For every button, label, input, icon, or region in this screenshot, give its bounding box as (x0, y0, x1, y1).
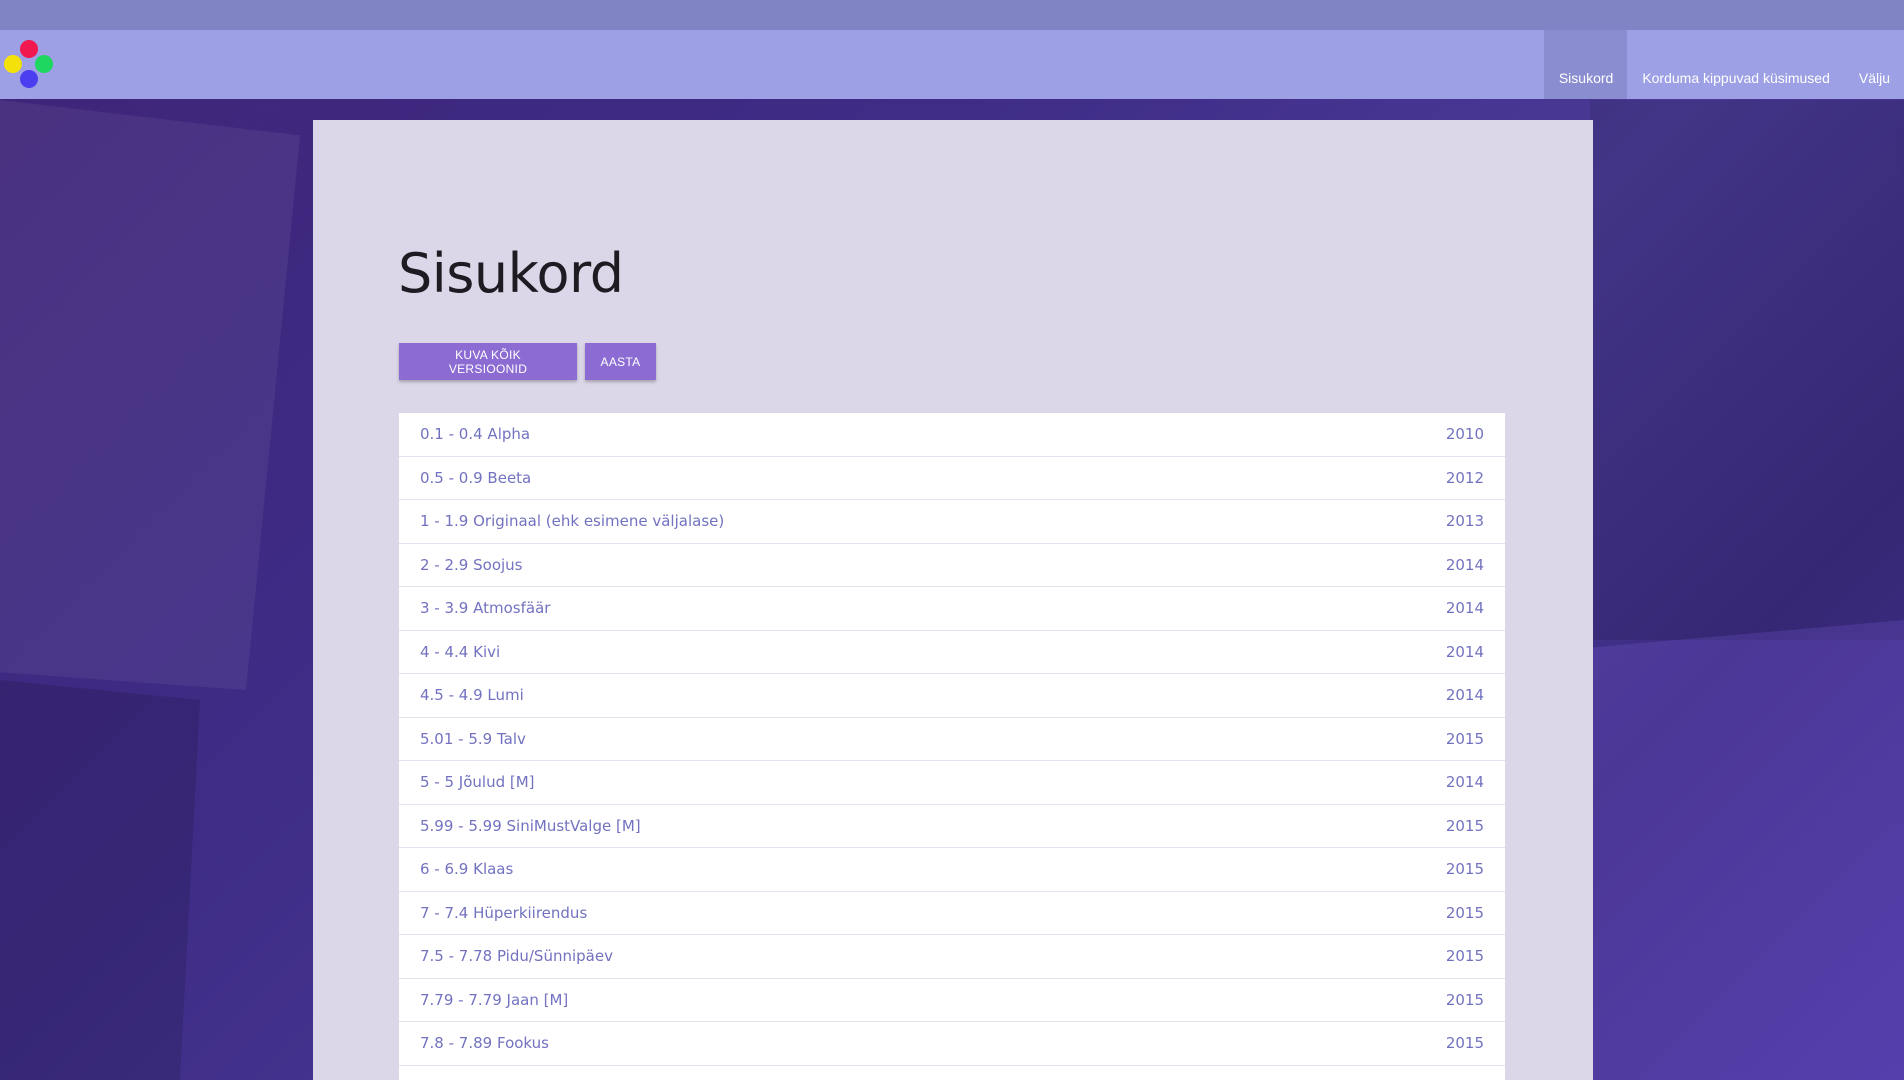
version-year: 2014 (1445, 555, 1484, 574)
version-year: 2014 (1445, 773, 1484, 792)
list-item[interactable]: 3 - 3.9 Atmosfäär 2014 (399, 587, 1505, 631)
list-item[interactable]: 5 - 5 Jõulud [M] 2014 (399, 761, 1505, 805)
version-label: 5 - 5 Jõulud [M] (420, 773, 535, 792)
logo-circle-blue (20, 70, 38, 88)
version-label: 0.5 - 0.9 Beeta (420, 468, 532, 487)
version-year: 2014 (1445, 599, 1484, 618)
content-card: Sisukord KUVA KÕIK VERSIOONID AASTA 0.1 … (313, 120, 1593, 1080)
nav-menu: Sisukord Korduma kippuvad küsimused Välj… (1543, 30, 1904, 99)
show-all-versions-button[interactable]: KUVA KÕIK VERSIOONID (399, 343, 577, 380)
version-year: 2013 (1445, 512, 1484, 531)
version-label: 5.99 - 5.99 SiniMustValge [M] (420, 816, 641, 835)
background-shape (0, 100, 300, 690)
version-list: 0.1 - 0.4 Alpha 2010 0.5 - 0.9 Beeta 2012 … (399, 413, 1505, 1080)
version-year: 2014 (1445, 642, 1484, 661)
version-label: 5.01 - 5.9 Talv (420, 729, 526, 748)
year-button[interactable]: AASTA (585, 343, 656, 380)
version-label: 6 - 6.9 Klaas (420, 860, 514, 879)
version-label: 0.1 - 0.4 Alpha (420, 425, 531, 444)
list-item[interactable]: 1 - 1.9 Originaal (ehk esimene väljalase… (399, 500, 1505, 544)
list-item[interactable]: 6 - 6.9 Klaas 2015 (399, 848, 1505, 892)
logo-circle-yellow (4, 55, 22, 73)
list-item[interactable]: 4 - 4.4 Kivi 2014 (399, 631, 1505, 674)
list-item[interactable]: 7.79 - 7.79 Jaan [M] 2015 (399, 979, 1505, 1022)
logo-icon[interactable] (4, 40, 56, 92)
version-year: 2015 (1445, 816, 1484, 835)
version-label: 3 - 3.9 Atmosfäär (420, 599, 551, 618)
background-shape (1590, 100, 1904, 640)
version-label: 2 - 2.9 Soojus (420, 555, 523, 574)
nav-item-kkk[interactable]: Korduma kippuvad küsimused (1627, 30, 1844, 99)
list-item[interactable]: 5.01 - 5.9 Talv 2015 (399, 718, 1505, 761)
nav-item-valju[interactable]: Välju (1844, 30, 1904, 99)
list-item[interactable]: 4.5 - 4.9 Lumi 2014 (399, 674, 1505, 718)
list-item[interactable]: 7.8 - 7.89 Fookus 2015 (399, 1022, 1505, 1066)
version-label: 7.5 - 7.78 Pidu/Sünnipäev (420, 947, 613, 966)
list-item[interactable]: 0.5 - 0.9 Beeta 2012 (399, 457, 1505, 500)
logo-circle-green (35, 55, 53, 73)
list-item[interactable]: 2 - 2.9 Soojus 2014 (399, 544, 1505, 587)
nav-item-sisukord[interactable]: Sisukord (1543, 30, 1628, 99)
list-item[interactable]: 5.99 - 5.99 SiniMustValge [M] 2015 (399, 805, 1505, 848)
version-year: 2015 (1445, 947, 1484, 966)
version-label: 7.79 - 7.79 Jaan [M] (420, 990, 569, 1009)
version-label: 1 - 1.9 Originaal (ehk esimene väljalase… (420, 512, 725, 531)
list-item[interactable]: 0.1 - 0.4 Alpha 2010 (399, 413, 1505, 457)
version-label: 7.8 - 7.89 Fookus (420, 1034, 549, 1053)
button-row: KUVA KÕIK VERSIOONID AASTA (399, 343, 656, 380)
version-label: 4 - 4.4 Kivi (420, 642, 501, 661)
version-year: 2010 (1445, 425, 1484, 444)
list-item[interactable]: 7 - 7.4 Hüperkiirendus 2015 (399, 892, 1505, 935)
version-year: 2015 (1445, 860, 1484, 879)
list-item[interactable]: 7.5 - 7.78 Pidu/Sünnipäev 2015 (399, 935, 1505, 979)
logo-circle-red (20, 40, 38, 58)
version-year: 2015 (1445, 1034, 1484, 1053)
version-label: 7 - 7.4 Hüperkiirendus (420, 903, 588, 922)
version-year: 2012 (1445, 468, 1484, 487)
version-year: 2015 (1445, 903, 1484, 922)
version-year: 2015 (1445, 990, 1484, 1009)
version-year: 2014 (1445, 686, 1484, 705)
version-year: 2015 (1445, 729, 1484, 748)
top-strip (0, 0, 1904, 30)
background-shape (1590, 620, 1904, 1080)
list-item[interactable] (399, 1066, 1505, 1080)
navbar: Sisukord Korduma kippuvad küsimused Välj… (0, 30, 1904, 99)
version-label: 4.5 - 4.9 Lumi (420, 686, 524, 705)
background-shape (0, 680, 200, 1080)
page-title: Sisukord (398, 242, 624, 305)
